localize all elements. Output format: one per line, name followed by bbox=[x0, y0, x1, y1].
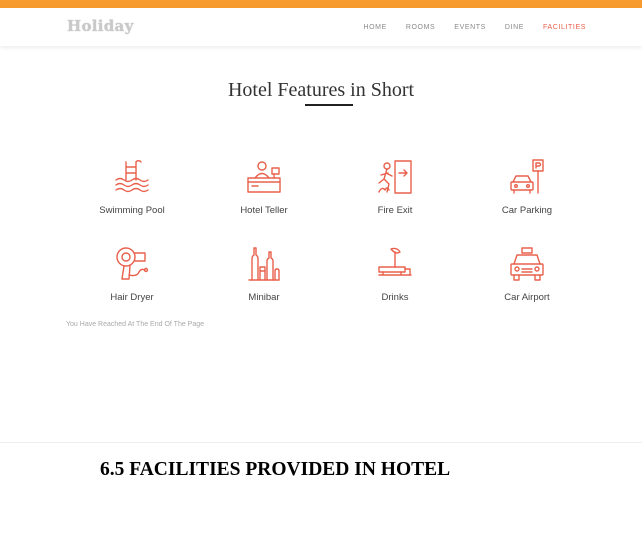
top-accent-bar bbox=[0, 0, 642, 8]
feature-label: Swimming Pool bbox=[99, 205, 165, 216]
feature-label: Hair Dryer bbox=[110, 292, 154, 303]
main-nav: HOME ROOMS EVENTS DINE FACILITIES bbox=[344, 24, 586, 31]
nav-events[interactable]: EVENTS bbox=[454, 24, 486, 31]
screenshot-divider bbox=[0, 442, 642, 443]
navbar: Holiday HOME ROOMS EVENTS DINE FACILITIE… bbox=[0, 8, 642, 46]
feature-car-parking: Car Parking bbox=[467, 158, 587, 216]
fire-exit-icon bbox=[378, 160, 412, 194]
car-airport-icon bbox=[510, 247, 544, 281]
feature-fire-exit: Fire Exit bbox=[335, 158, 455, 216]
nav-facilities[interactable]: FACILITIES bbox=[543, 24, 586, 31]
feature-minibar: Minibar bbox=[204, 245, 324, 303]
feature-hair-dryer: Hair Dryer bbox=[72, 245, 192, 303]
drinks-icon bbox=[378, 247, 412, 276]
feature-label: Drinks bbox=[381, 292, 409, 303]
feature-hotel-teller: Hotel Teller bbox=[204, 158, 324, 216]
hotel-teller-icon bbox=[247, 161, 281, 193]
swimming-pool-icon bbox=[115, 160, 149, 193]
feature-label: Hotel Teller bbox=[240, 205, 288, 216]
nav-rooms[interactable]: ROOMS bbox=[406, 24, 435, 31]
site-logo[interactable]: Holiday bbox=[67, 17, 134, 35]
feature-drinks: Drinks bbox=[335, 245, 455, 303]
end-of-page-note: You Have Reached At The End Of The Page bbox=[66, 321, 205, 328]
feature-label: Minibar bbox=[248, 292, 280, 303]
nav-home[interactable]: HOME bbox=[363, 24, 386, 31]
hair-dryer-icon bbox=[116, 247, 149, 280]
nav-dine[interactable]: DINE bbox=[505, 24, 524, 31]
feature-label: Fire Exit bbox=[377, 205, 413, 216]
feature-swimming-pool: Swimming Pool bbox=[72, 158, 192, 216]
feature-car-airport: Car Airport bbox=[467, 245, 587, 303]
title-underline bbox=[305, 104, 353, 106]
feature-label: Car Parking bbox=[501, 205, 553, 216]
page-title: Hotel Features in Short bbox=[227, 79, 415, 101]
feature-label: Car Airport bbox=[504, 292, 550, 303]
document-caption: 6.5 FACILITIES PROVIDED IN HOTEL bbox=[100, 459, 451, 480]
car-parking-icon bbox=[510, 159, 544, 194]
minibar-icon bbox=[248, 247, 280, 281]
